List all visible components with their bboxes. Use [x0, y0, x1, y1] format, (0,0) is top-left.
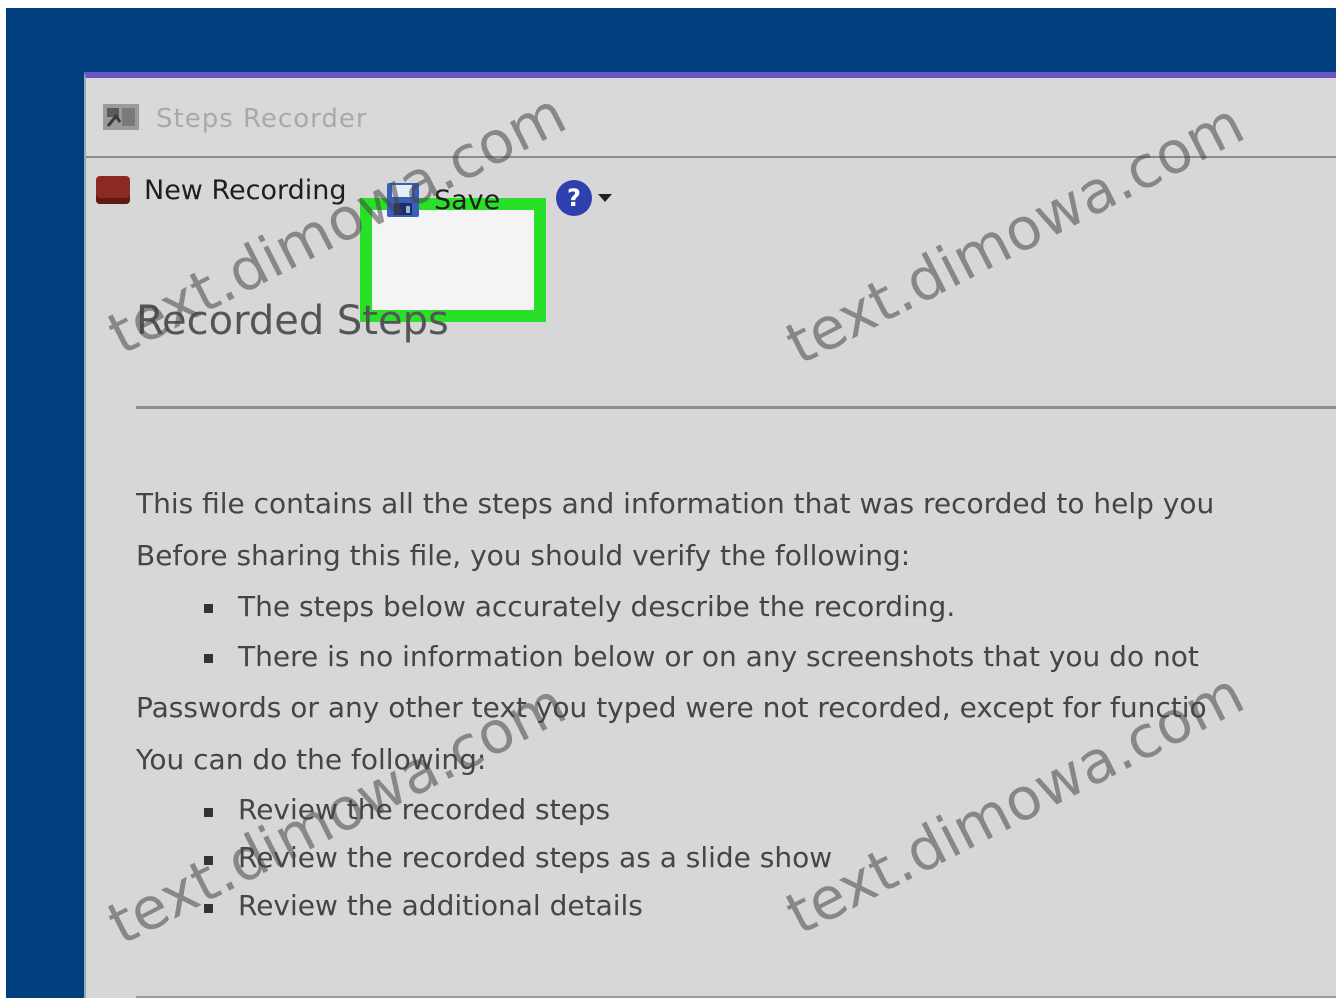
help-dropdown-button[interactable]: ? [556, 176, 612, 220]
document-body: This file contains all the steps and inf… [136, 478, 1336, 930]
page-title: Recorded Steps [136, 298, 449, 344]
save-button[interactable]: Save [386, 178, 500, 222]
list-item: There is no information below or on any … [204, 632, 1336, 682]
actions-list: Review the recorded steps Review the rec… [136, 786, 1336, 930]
review-steps-link[interactable]: Review the recorded steps [204, 786, 1336, 834]
new-recording-label: New Recording [144, 174, 347, 206]
list-item: The steps below accurately describe the … [204, 582, 1336, 632]
review-slideshow-link[interactable]: Review the recorded steps as a slide sho… [204, 834, 1336, 882]
passwords-note: Passwords or any other text you typed we… [136, 691, 1207, 724]
help-icon: ? [556, 180, 592, 216]
verify-list: The steps below accurately describe the … [136, 582, 1336, 682]
steps-recorder-app-icon [103, 104, 139, 130]
record-icon [96, 176, 130, 204]
actions-prompt: You can do the following: [136, 743, 487, 776]
floppy-disk-icon [387, 183, 419, 217]
steps-recorder-window: Steps Recorder New Recording Save ? Reco… [84, 72, 1336, 998]
heading-divider [136, 406, 1336, 409]
window-title: Steps Recorder [156, 104, 368, 134]
chevron-down-icon [598, 194, 612, 202]
review-details-link[interactable]: Review the additional details [204, 882, 1336, 930]
new-recording-button[interactable]: New Recording [96, 168, 347, 212]
toolbar: New Recording Save ? [86, 158, 1336, 322]
intro-text: This file contains all the steps and inf… [136, 487, 1215, 520]
verify-prompt: Before sharing this file, you should ver… [136, 539, 911, 572]
save-label: Save [434, 184, 501, 216]
title-bar: Steps Recorder [86, 78, 1336, 156]
